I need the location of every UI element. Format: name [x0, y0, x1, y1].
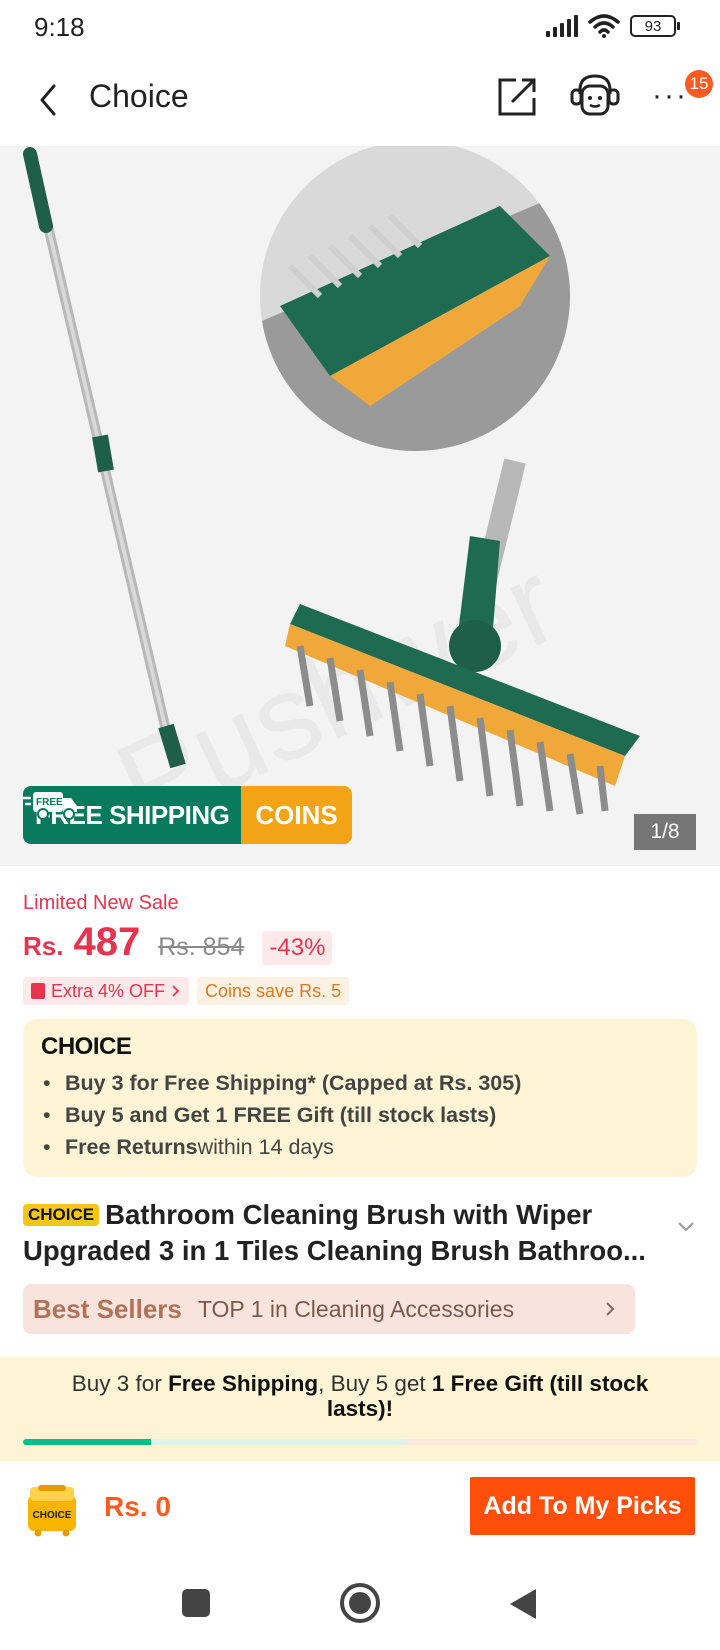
coins-label: COINS	[241, 786, 352, 844]
wifi-icon	[588, 14, 620, 38]
back-icon[interactable]	[30, 78, 70, 122]
customer-support-icon[interactable]	[568, 72, 622, 120]
coins-save-chip: Coins save Rs. 5	[197, 977, 350, 1005]
bottom-cart-bar: CHOICE Rs. 0 Add To My Picks	[0, 1461, 720, 1565]
original-price: Rs. 854	[158, 933, 245, 961]
discount-badge: -43%	[262, 931, 333, 965]
status-icons: 93	[546, 14, 680, 38]
product-image: Pushwer	[23, 146, 640, 853]
battery-icon: 93	[630, 15, 680, 37]
choice-benefits-list: • Buy 3 for Free Shipping* (Capped at Rs.…	[43, 1067, 521, 1163]
status-time: 9:18	[34, 12, 85, 42]
top-nav: Choice ··· 15	[0, 56, 720, 146]
price-currency: Rs.	[23, 931, 64, 961]
best-sellers-label: Best Sellers	[33, 1293, 182, 1324]
cart-total: Rs. 0	[104, 1491, 171, 1522]
system-navigation-bar	[0, 1565, 720, 1650]
product-image-gallery[interactable]: Pushwer FREE FREE SHIPPING COINS 1/8	[0, 146, 720, 866]
best-sellers-bar[interactable]: Best Sellers TOP 1 in Cleaning Accessori…	[23, 1284, 635, 1334]
best-sellers-rank: TOP 1 in Cleaning Accessories	[197, 1295, 515, 1322]
share-icon[interactable]	[496, 74, 540, 118]
add-to-my-picks-button[interactable]: Add To My Picks	[470, 1477, 695, 1535]
benefit-item: • Free Returns within 14 days	[43, 1135, 334, 1159]
sale-label: Limited New Sale	[23, 892, 179, 914]
choice-benefits-box: CHOICE • Buy 3 for Free Shipping* (Capped…	[23, 1019, 697, 1177]
free-tag-text: FREE	[36, 797, 63, 808]
notification-badge: 15	[685, 70, 713, 98]
promo-progress-section: Buy 3 for Free Shipping, Buy 5 get 1 Fre…	[0, 1357, 720, 1461]
product-title: Bathroom Cleaning Brush with Wiper Upgra…	[23, 1199, 646, 1266]
benefit-item: • Buy 5 and Get 1 FREE Gift (till stock l…	[43, 1103, 497, 1127]
free-shipping-section: FREE FREE SHIPPING	[23, 786, 242, 844]
delivery-truck-icon: FREE	[23, 792, 77, 820]
page-title: Choice	[89, 78, 189, 114]
chevron-right-icon	[606, 1302, 615, 1316]
chevron-down-icon[interactable]	[676, 1220, 696, 1234]
recent-apps-icon[interactable]	[182, 1589, 210, 1617]
benefit-item: • Buy 3 for Free Shipping* (Capped at Rs.…	[43, 1071, 522, 1095]
price-row: Rs. 487 Rs. 854 -43%	[23, 920, 333, 970]
product-title-block[interactable]: CHOICE Bathroom Cleaning Brush with Wiper…	[23, 1197, 663, 1269]
signal-icon	[546, 15, 578, 37]
home-icon[interactable]	[340, 1583, 380, 1623]
promo-progress-bar	[23, 1439, 697, 1445]
offer-chips: Extra 4% OFF Coins save Rs. 5	[23, 977, 350, 1005]
extra-off-chip[interactable]: Extra 4% OFF	[23, 977, 190, 1005]
extra-off-label: Extra 4% OFF	[51, 980, 166, 1001]
coupon-icon	[31, 983, 45, 999]
current-price: 487	[73, 920, 141, 964]
choice-cart-icon[interactable]: CHOICE	[24, 1483, 80, 1537]
chevron-right-icon	[172, 985, 180, 997]
choice-logo: CHOICE	[41, 1033, 132, 1060]
progress-fill	[23, 1439, 152, 1445]
free-shipping-banner: FREE FREE SHIPPING COINS	[23, 786, 352, 844]
system-back-icon[interactable]	[508, 1587, 538, 1621]
image-page-indicator: 1/8	[634, 814, 696, 850]
cart-icon-label: CHOICE	[33, 1510, 72, 1521]
promo-text: Buy 3 for Free Shipping, Buy 5 get 1 Fre…	[71, 1371, 649, 1421]
choice-badge: CHOICE	[23, 1204, 100, 1226]
status-bar: 9:18 93	[0, 0, 720, 56]
